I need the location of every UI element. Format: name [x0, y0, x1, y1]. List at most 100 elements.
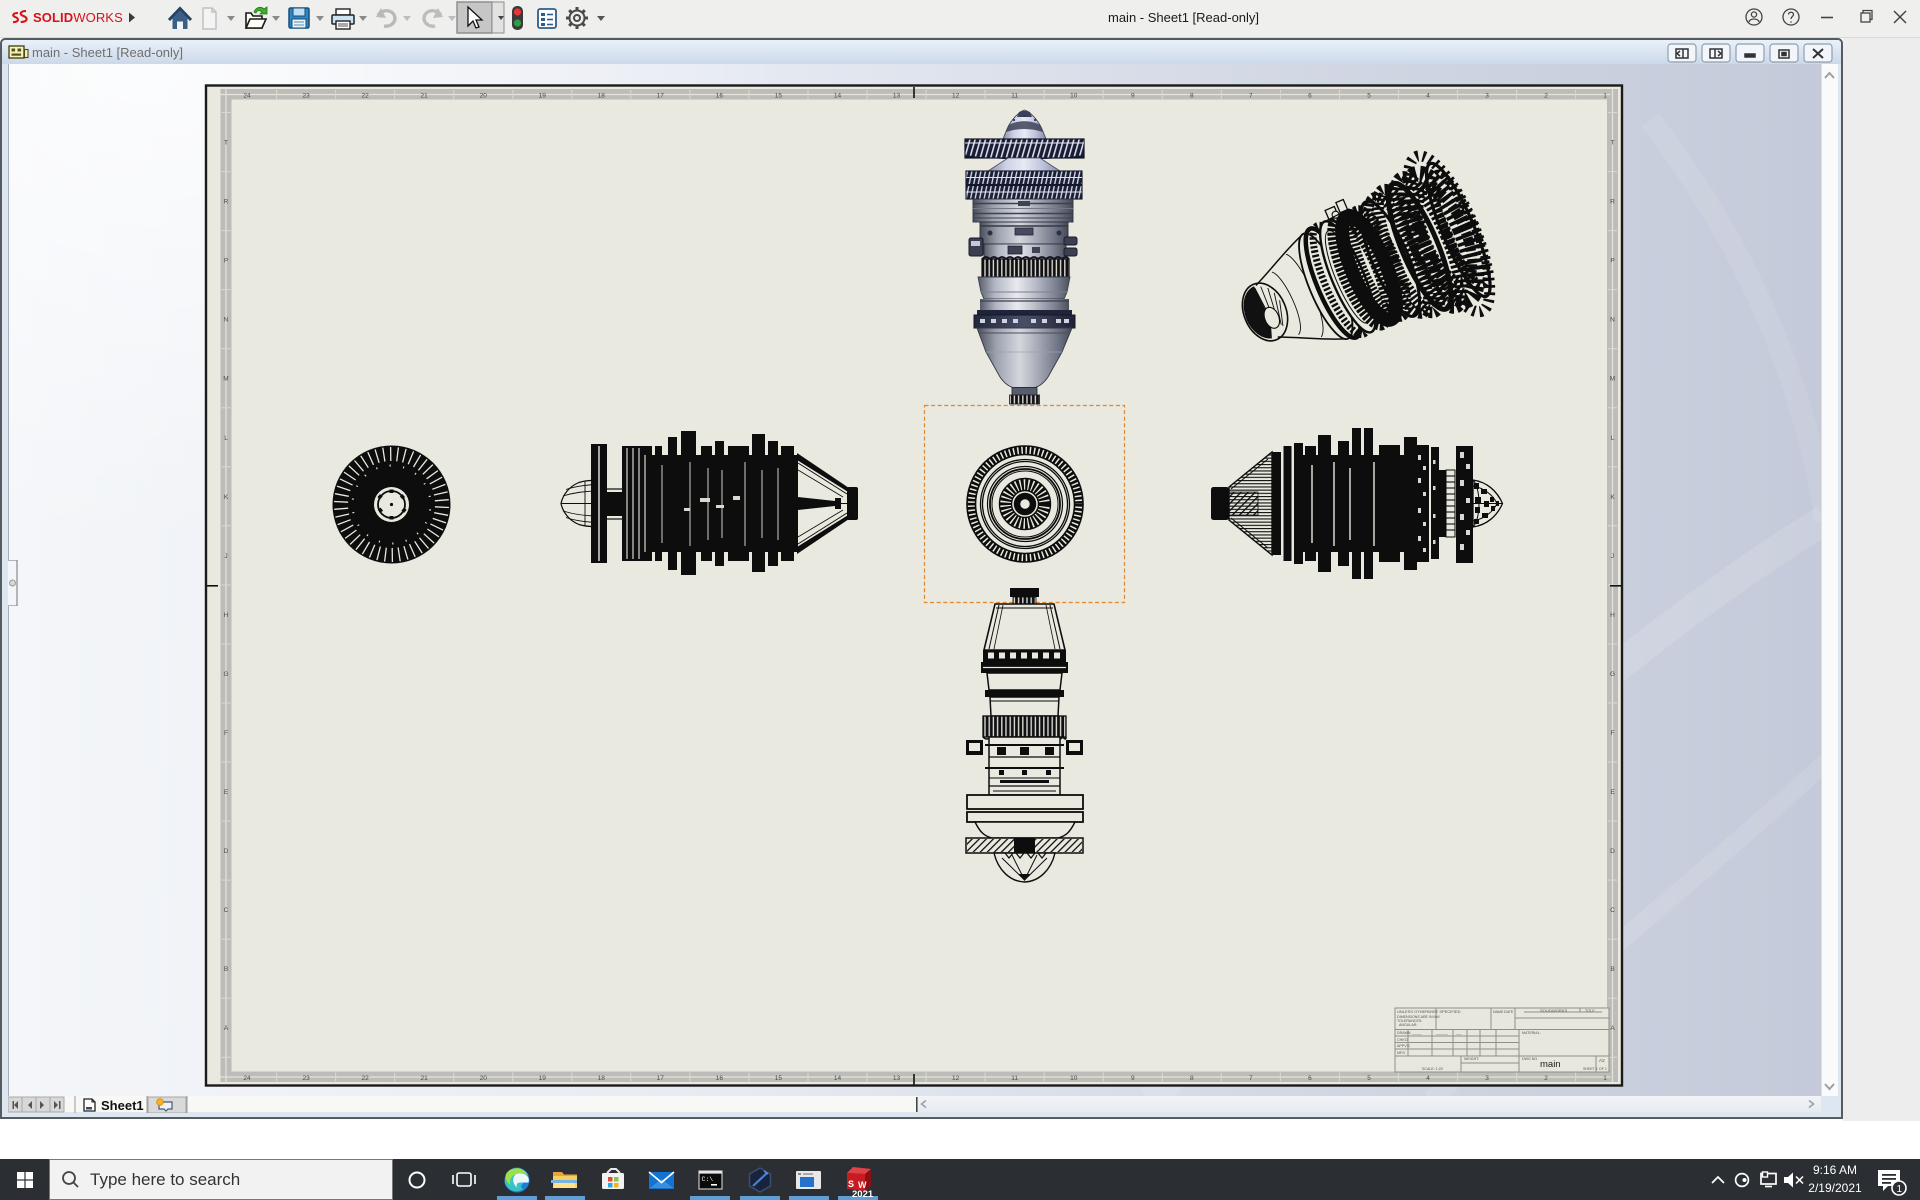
svg-text:DRAWN: DRAWN — [1397, 1031, 1411, 1035]
svg-text:11: 11 — [1011, 1075, 1018, 1082]
svg-text:21: 21 — [420, 93, 428, 100]
svg-text:J: J — [1611, 553, 1614, 560]
svg-text:SOLIDWORKS: SOLIDWORKS — [1540, 1008, 1567, 1013]
svg-text:23: 23 — [302, 93, 310, 100]
svg-text:E: E — [1610, 789, 1615, 796]
svg-text:N: N — [1610, 317, 1615, 324]
svg-text:16: 16 — [716, 1075, 724, 1082]
svg-text:18: 18 — [598, 93, 606, 100]
svg-text:19: 19 — [539, 1075, 547, 1082]
svg-text:H: H — [224, 612, 229, 619]
svg-text:13: 13 — [893, 1075, 901, 1082]
svg-text:14: 14 — [834, 1075, 842, 1082]
svg-text:APPV'D: APPV'D — [1397, 1044, 1410, 1048]
svg-text:SOLIDWORKS: SOLIDWORKS — [33, 10, 123, 25]
svg-text:17: 17 — [657, 93, 665, 100]
svg-text:9: 9 — [1131, 1075, 1135, 1082]
svg-text:15: 15 — [775, 93, 783, 100]
svg-text:TITLE: TITLE — [1585, 1009, 1595, 1013]
svg-text:7: 7 — [1249, 93, 1253, 100]
svg-text:L: L — [1611, 435, 1615, 442]
svg-text:5: 5 — [1367, 93, 1371, 100]
svg-text:E: E — [224, 789, 229, 796]
svg-text:8: 8 — [1190, 1075, 1194, 1082]
svg-text:T: T — [1611, 140, 1615, 147]
svg-text:H: H — [1610, 612, 1615, 619]
svg-text:G: G — [1610, 671, 1615, 678]
svg-text:22: 22 — [361, 93, 369, 100]
svg-text:______: ______ — [1435, 1031, 1449, 1035]
svg-text:16: 16 — [716, 93, 724, 100]
svg-text:5: 5 — [1367, 1075, 1371, 1082]
svg-text:M: M — [1610, 376, 1615, 383]
svg-text:P: P — [224, 258, 228, 265]
svg-text:T: T — [224, 140, 228, 147]
svg-text:M: M — [223, 376, 228, 383]
svg-text:C:\: C:\ — [702, 1176, 714, 1183]
svg-text:1: 1 — [1897, 1184, 1903, 1195]
svg-text:DATE: DATE — [1504, 1010, 1514, 1014]
svg-text:MATERIAL:: MATERIAL: — [1522, 1031, 1541, 1035]
svg-text:D: D — [1610, 848, 1615, 855]
svg-text:14: 14 — [834, 93, 842, 100]
svg-text:24: 24 — [243, 93, 251, 100]
svg-text:S: S — [848, 1179, 854, 1189]
svg-text:K: K — [224, 494, 229, 501]
svg-text:R: R — [224, 199, 229, 206]
svg-text:MFG: MFG — [1397, 1051, 1405, 1055]
svg-text:21: 21 — [420, 1075, 428, 1082]
svg-text:A2: A2 — [1599, 1058, 1605, 1063]
svg-text:ANGULAR:: ANGULAR: — [1399, 1023, 1417, 1027]
svg-text:CHK'D: CHK'D — [1397, 1038, 1408, 1042]
svg-text:12: 12 — [952, 1075, 960, 1082]
svg-text:DWG NO.: DWG NO. — [1522, 1057, 1538, 1061]
svg-text:K: K — [1610, 494, 1615, 501]
svg-text:12: 12 — [952, 93, 960, 100]
svg-text:2: 2 — [1544, 93, 1548, 100]
svg-text:UNLESS OTHERWISE SPECIFIED: UNLESS OTHERWISE SPECIFIED — [1397, 1009, 1461, 1014]
svg-text:10: 10 — [1070, 93, 1078, 100]
svg-text:_____: _____ — [1411, 1031, 1423, 1035]
svg-text:B: B — [224, 966, 228, 973]
svg-text:3: 3 — [1485, 93, 1489, 100]
svg-text:___: ___ — [1455, 1031, 1463, 1035]
svg-text:19: 19 — [539, 93, 547, 100]
svg-text:F: F — [224, 730, 228, 737]
svg-text:24: 24 — [243, 1075, 251, 1082]
svg-text:4: 4 — [1426, 1075, 1430, 1082]
svg-text:F: F — [1611, 730, 1615, 737]
svg-text:6: 6 — [1308, 1075, 1312, 1082]
svg-text:7: 7 — [1249, 1075, 1253, 1082]
svg-text:A: A — [1610, 1025, 1615, 1032]
svg-text:R: R — [1610, 199, 1615, 206]
svg-text:L: L — [224, 435, 228, 442]
svg-text:18: 18 — [598, 1075, 606, 1082]
svg-text:2: 2 — [1544, 1075, 1548, 1082]
svg-text:A: A — [224, 1025, 229, 1032]
svg-text:20: 20 — [480, 1075, 488, 1082]
svg-text:10: 10 — [1070, 1075, 1078, 1082]
svg-text:SCALE: 1:20: SCALE: 1:20 — [1422, 1067, 1443, 1071]
svg-text:22: 22 — [361, 1075, 369, 1082]
svg-text:15: 15 — [775, 1075, 783, 1082]
svg-text:G: G — [223, 671, 228, 678]
svg-text:23: 23 — [302, 1075, 310, 1082]
svg-text:17: 17 — [657, 1075, 665, 1082]
svg-text:B: B — [1610, 966, 1614, 973]
svg-text:4: 4 — [1426, 93, 1430, 100]
svg-text:main: main — [1540, 1059, 1561, 1070]
svg-text:NAME: NAME — [1493, 1010, 1504, 1014]
svg-text:20: 20 — [480, 93, 488, 100]
svg-text:P: P — [1610, 258, 1614, 265]
svg-text:C: C — [1610, 907, 1615, 914]
svg-text:13: 13 — [893, 93, 901, 100]
svg-text:D: D — [224, 848, 229, 855]
svg-text:J: J — [224, 553, 227, 560]
svg-text:SHEET 1 OF 1: SHEET 1 OF 1 — [1583, 1067, 1607, 1071]
svg-text:6: 6 — [1308, 93, 1312, 100]
svg-text:N: N — [224, 317, 229, 324]
svg-text:C: C — [224, 907, 229, 914]
svg-text:2021: 2021 — [852, 1189, 874, 1200]
svg-text:8: 8 — [1190, 93, 1194, 100]
svg-text:3: 3 — [1485, 1075, 1489, 1082]
